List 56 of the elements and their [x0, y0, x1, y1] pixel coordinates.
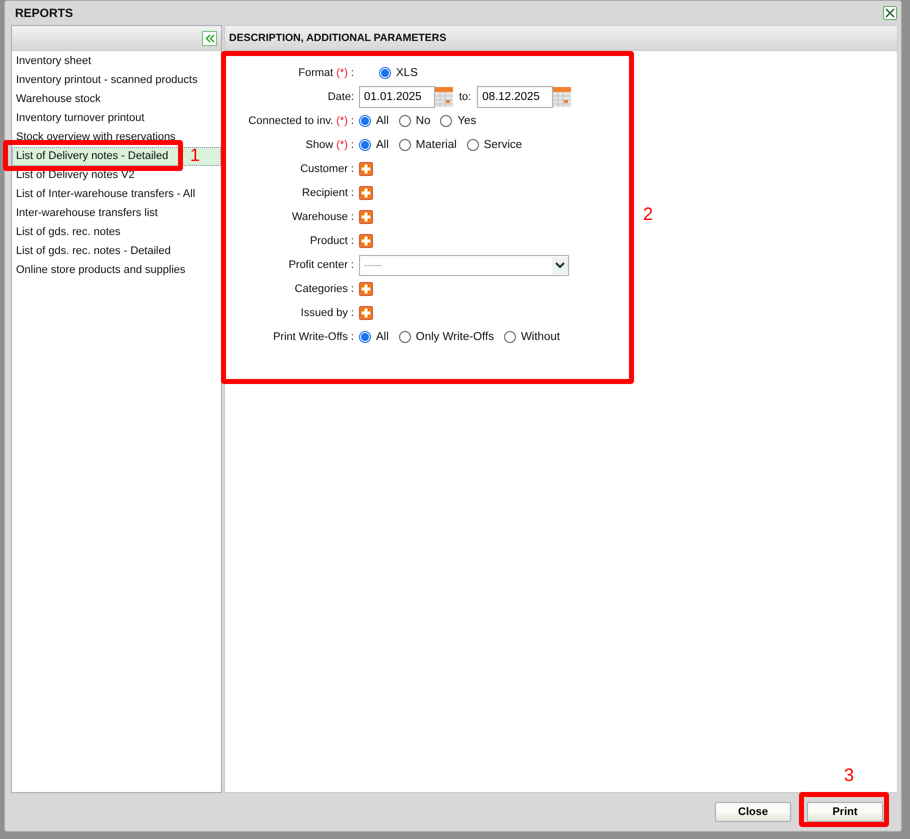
radio-option[interactable]: Yes	[440, 115, 476, 127]
radio-option[interactable]: XLS	[379, 67, 418, 79]
report-item[interactable]: List of gds. rec. notes	[12, 223, 221, 242]
field-label: Product :	[308, 235, 355, 247]
panel-title: DESCRIPTION, ADDITIONAL PARAMETERS	[229, 32, 446, 44]
field-label: Recipient :	[301, 187, 355, 199]
double-chevron-icon	[204, 34, 214, 42]
field-label: Format (*) :	[297, 67, 355, 79]
report-item[interactable]: List of gds. rec. notes - Detailed	[12, 242, 221, 261]
plus-icon[interactable]	[359, 186, 373, 200]
field-label: Categories :	[294, 283, 355, 295]
report-item[interactable]: Inventory printout - scanned products	[12, 71, 221, 90]
plus-icon[interactable]	[359, 306, 373, 320]
chevron-icon	[552, 256, 568, 274]
date-field[interactable]: 01.01.2025	[359, 86, 435, 108]
close-icon	[885, 8, 895, 18]
calendar-icon[interactable]	[435, 87, 453, 107]
plus-icon[interactable]	[359, 234, 373, 248]
field-label: Warehouse :	[291, 211, 355, 223]
report-item[interactable]: List of Inter-warehouse transfers - All	[12, 185, 221, 204]
date-field[interactable]: 08.12.2025	[477, 86, 554, 108]
step-number: 2	[643, 204, 654, 225]
close-dialog-button[interactable]: Close	[715, 802, 791, 822]
radio-option[interactable]: All	[359, 115, 389, 127]
plus-icon[interactable]	[359, 282, 373, 296]
step-number: 3	[844, 765, 854, 786]
plus-icon[interactable]	[359, 162, 373, 176]
report-item[interactable]: Online store products and supplies	[12, 261, 221, 280]
field-label: Profit center :	[288, 259, 355, 271]
to-label: to:	[459, 91, 472, 103]
report-item[interactable]: Inventory sheet	[12, 52, 221, 71]
radio-option[interactable]: All	[359, 331, 389, 343]
step-number: 1	[190, 145, 200, 166]
radio-option[interactable]: Material	[398, 139, 457, 151]
field-label: Print Write-Offs :	[272, 331, 355, 343]
field-label: Date:	[326, 91, 355, 103]
field-label: Connected to inv. (*) :	[247, 115, 355, 127]
report-item[interactable]: Warehouse stock	[12, 90, 221, 109]
report-item[interactable]: Inventory turnover printout	[12, 109, 221, 128]
print-button[interactable]: Print	[807, 802, 883, 822]
report-item[interactable]: Stock overview with reservations	[12, 128, 221, 147]
radio-option[interactable]: All	[359, 139, 389, 151]
radio-option[interactable]: Only Write-Offs	[398, 331, 494, 343]
radio-option[interactable]: No	[398, 115, 430, 127]
calendar-icon[interactable]	[553, 87, 572, 107]
collapse-button[interactable]	[202, 30, 217, 46]
field-label: Issued by :	[300, 307, 355, 319]
radio-option[interactable]: Service	[466, 139, 522, 151]
close-button[interactable]	[883, 6, 897, 20]
radio-option[interactable]: Without	[504, 331, 560, 343]
report-item[interactable]: Inter-warehouse transfers list	[12, 204, 221, 223]
window-title: REPORTS	[15, 6, 74, 20]
plus-icon[interactable]	[359, 210, 373, 224]
field-label: Customer :	[299, 163, 355, 175]
field-label: Show (*) :	[304, 139, 355, 151]
profit-center-select[interactable]: ------	[359, 254, 569, 276]
